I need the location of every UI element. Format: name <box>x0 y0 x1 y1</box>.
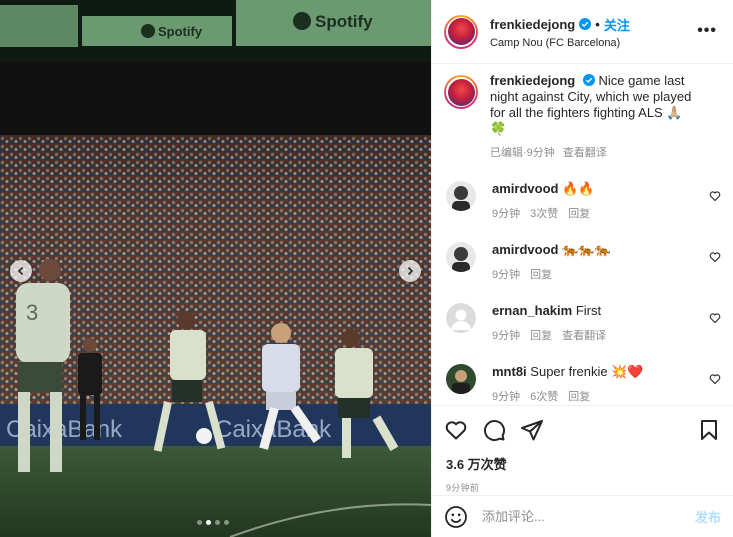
carousel-indicator <box>197 520 229 525</box>
follow-button[interactable]: 关注 <box>604 15 630 34</box>
comment-text: Super frenkie 💥❤️ <box>530 364 644 379</box>
comment-time: 9分钟 <box>492 391 521 403</box>
emoji-button[interactable] <box>444 505 468 529</box>
football-match-photo: Spotify Spotify CaixaBank CaixaBank 3 <box>0 0 431 537</box>
location-link[interactable]: Camp Nou (FC Barcelona) <box>490 37 630 49</box>
caption-translate-link[interactable]: 查看翻译 <box>563 145 607 161</box>
more-horizontal-icon: ••• <box>697 22 717 39</box>
comment-username[interactable]: amirdvood <box>492 181 558 196</box>
chevron-left-icon <box>17 266 24 276</box>
comment-item: amirdvood 🐅🐅🐅 9分钟 回复 <box>444 242 721 283</box>
comment-item: amirdvood 🔥🔥 9分钟 3次赞 回复 <box>444 181 721 222</box>
chevron-right-icon <box>407 266 414 276</box>
comment-text: 🔥🔥 <box>562 181 595 196</box>
comment-text: First <box>575 303 602 318</box>
svg-text:Spotify: Spotify <box>158 24 203 39</box>
likes-count[interactable]: 3.6 万次赞 <box>432 454 733 473</box>
more-options-button[interactable]: ••• <box>697 22 717 40</box>
svg-text:3: 3 <box>26 300 38 325</box>
comment-reply-button[interactable]: 回复 <box>568 206 590 222</box>
comment-text: 🐅🐅🐅 <box>562 242 611 257</box>
post-header: frenkiedejong • 关注 Camp Nou (FC Barcelon… <box>432 0 733 64</box>
verified-badge-icon <box>579 18 592 30</box>
share-button[interactable] <box>520 418 544 442</box>
smiley-icon <box>445 505 467 528</box>
author-username[interactable]: frenkiedejong <box>490 17 575 32</box>
instagram-post-modal: Spotify Spotify CaixaBank CaixaBank 3 <box>0 0 733 537</box>
comment-username[interactable]: ernan_hakim <box>492 303 572 318</box>
comment-button[interactable] <box>482 418 506 442</box>
comment-likes[interactable]: 3次赞 <box>530 206 558 222</box>
post-comment-button[interactable]: 发布 <box>695 507 721 526</box>
svg-text:Spotify: Spotify <box>315 12 373 31</box>
comment-username[interactable]: mnt8i <box>492 364 527 379</box>
commenter-avatar-default[interactable] <box>446 303 476 333</box>
separator-dot: • <box>595 16 600 32</box>
comment-reply-button[interactable]: 回复 <box>530 267 552 283</box>
like-comment-heart-icon[interactable] <box>709 251 721 263</box>
comment-likes[interactable]: 6次赞 <box>530 389 558 405</box>
comment-time: 9分钟 <box>492 269 521 281</box>
comment-time: 9分钟 <box>492 208 521 220</box>
comment-item: mnt8i Super frenkie 💥❤️ 9分钟 6次赞 回复 <box>444 364 721 405</box>
comment-reply-button[interactable]: 回复 <box>530 328 552 344</box>
commenter-avatar[interactable] <box>446 364 476 394</box>
carousel-dot <box>215 520 220 525</box>
action-icons-row <box>432 406 733 454</box>
carousel-dot-active <box>206 520 211 525</box>
post-timestamp: 9分钟前 <box>446 483 480 493</box>
comment-time: 9分钟 <box>492 330 521 342</box>
comment-bubble-icon <box>484 420 506 442</box>
bookmark-icon <box>701 420 717 440</box>
carousel-dot <box>197 520 202 525</box>
paper-plane-icon <box>521 420 543 441</box>
caption-username[interactable]: frenkiedejong <box>490 73 575 88</box>
post-photo[interactable]: Spotify Spotify CaixaBank CaixaBank 3 <box>0 0 431 537</box>
commenter-avatar[interactable] <box>446 181 476 211</box>
caption-text-line2: 🍀 <box>490 121 507 136</box>
heart-icon <box>445 421 467 440</box>
previous-photo-button[interactable] <box>10 260 32 282</box>
carousel-dot <box>224 520 229 525</box>
comment-input[interactable] <box>482 509 692 524</box>
comments-section[interactable]: frenkiedejong Nice game last night again… <box>432 65 733 405</box>
commenter-avatar[interactable] <box>446 242 476 272</box>
comment-reply-button[interactable]: 回复 <box>568 389 590 405</box>
comment-translate-link[interactable]: 查看翻译 <box>562 328 606 344</box>
post-actions: 3.6 万次赞 9分钟前 发布 <box>432 405 733 537</box>
like-comment-heart-icon[interactable] <box>709 190 721 202</box>
post-side-panel: frenkiedejong • 关注 Camp Nou (FC Barcelon… <box>431 0 733 537</box>
like-comment-heart-icon[interactable] <box>709 312 721 324</box>
save-button[interactable] <box>697 418 721 442</box>
author-avatar[interactable] <box>444 14 478 49</box>
like-comment-heart-icon[interactable] <box>709 373 721 385</box>
add-comment-row: 发布 <box>432 495 733 537</box>
comment-item: ernan_hakim First 9分钟 回复 查看翻译 <box>444 303 721 344</box>
caption-author-avatar[interactable] <box>444 75 478 109</box>
post-caption: frenkiedejong Nice game last night again… <box>444 73 721 161</box>
caption-edited-label: 已编辑·9分钟 <box>490 147 555 159</box>
next-photo-button[interactable] <box>399 260 421 282</box>
verified-badge-icon <box>582 74 595 86</box>
like-button[interactable] <box>444 418 468 442</box>
comment-username[interactable]: amirdvood <box>492 242 558 257</box>
